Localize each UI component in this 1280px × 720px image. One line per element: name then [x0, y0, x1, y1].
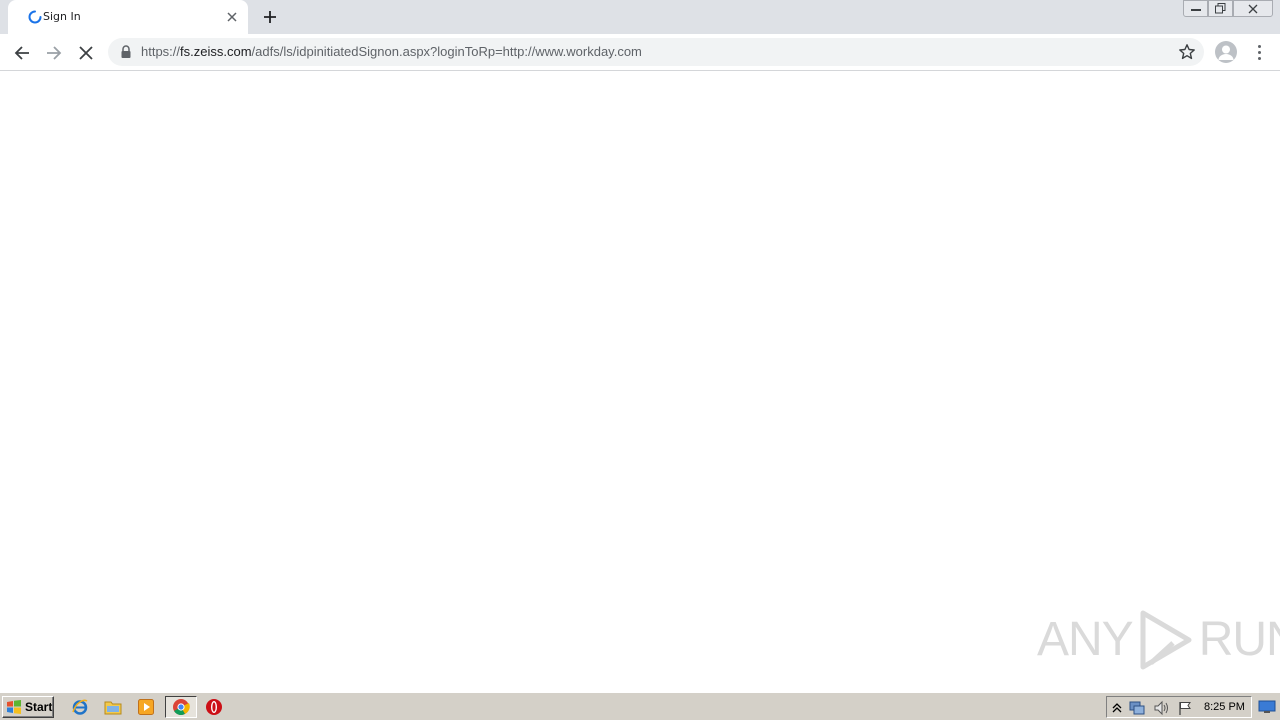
internet-explorer-icon[interactable]: [70, 697, 90, 717]
watermark-text-left: ANY: [1037, 613, 1134, 666]
taskbar: Start 8:25 PM: [0, 692, 1280, 720]
tab-strip: Sign In: [0, 0, 1280, 34]
volume-icon[interactable]: [1153, 700, 1169, 716]
show-hidden-icons-icon[interactable]: [1109, 700, 1125, 716]
stop-loading-icon[interactable]: [73, 40, 99, 66]
browser-toolbar: https://fs.zeiss.com/adfs/ls/idpinitiate…: [0, 34, 1280, 71]
start-button[interactable]: Start: [2, 696, 54, 718]
address-bar[interactable]: https://fs.zeiss.com/adfs/ls/idpinitiate…: [108, 38, 1204, 66]
anyrun-watermark: ANY RUN: [1037, 608, 1280, 672]
tab-sign-in[interactable]: Sign In: [8, 0, 248, 34]
play-logo-icon: [1140, 610, 1192, 670]
restore-button[interactable]: [1208, 0, 1233, 17]
url-host: fs.zeiss.com: [180, 44, 252, 59]
network-icon[interactable]: [1129, 700, 1145, 716]
loading-spinner-icon: [28, 10, 42, 24]
avatar-icon[interactable]: [1215, 41, 1237, 63]
kebab-menu-icon[interactable]: [1250, 41, 1268, 63]
url-path: /adfs/ls/idpinitiatedSignon.aspx?loginTo…: [251, 44, 642, 59]
minimize-button[interactable]: [1183, 0, 1208, 17]
opera-icon[interactable]: [204, 697, 224, 717]
clock[interactable]: 8:25 PM: [1204, 701, 1245, 713]
windows-logo-icon: [7, 700, 21, 714]
lock-icon[interactable]: [120, 45, 132, 59]
url-scheme: https://: [141, 44, 181, 59]
start-label: Start: [25, 700, 53, 714]
tab-close-icon[interactable]: [224, 9, 240, 25]
star-icon[interactable]: [1178, 43, 1196, 61]
back-arrow-icon[interactable]: [9, 40, 35, 66]
tab-title: Sign In: [43, 10, 81, 23]
watermark-text-right: RUN: [1198, 613, 1280, 666]
show-desktop-icon[interactable]: [1258, 699, 1276, 715]
action-center-flag-icon[interactable]: [1177, 700, 1193, 716]
forward-arrow-icon[interactable]: [41, 40, 67, 66]
new-tab-button[interactable]: [258, 5, 282, 29]
close-window-button[interactable]: [1233, 0, 1273, 17]
media-player-icon[interactable]: [136, 697, 156, 717]
file-explorer-icon[interactable]: [103, 697, 123, 717]
chrome-icon[interactable]: [171, 697, 191, 717]
url-text[interactable]: https://fs.zeiss.com/adfs/ls/idpinitiate…: [141, 44, 642, 59]
page-content: [0, 72, 1280, 692]
